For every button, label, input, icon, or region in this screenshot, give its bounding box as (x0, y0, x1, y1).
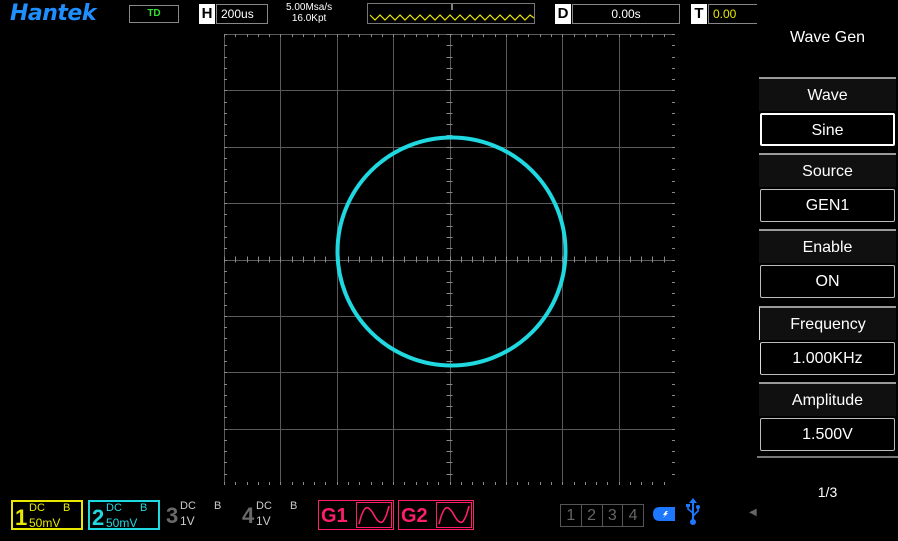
channel-coupling: DC (106, 502, 122, 514)
menu-item-label: Wave (759, 77, 896, 111)
channel-select-2[interactable]: 2 (582, 505, 603, 526)
menu-item-value[interactable]: 1.000KHz (760, 342, 895, 375)
generator-1-badge[interactable]: G1 (318, 500, 394, 530)
channel-bar: 1 DC B 50mV 2 DC B 50mV 3 DC B 1V 4 DC B… (0, 492, 757, 541)
memory-overview[interactable] (367, 3, 535, 24)
generator-label: G2 (401, 505, 428, 527)
channel-number: 1 (15, 505, 28, 530)
menu-item-enable[interactable]: Enable ON (757, 227, 898, 303)
menu-divider (757, 456, 898, 458)
channel-scale: 50mV (29, 516, 61, 530)
channel-select-1[interactable]: 1 (561, 505, 582, 526)
usb-storage-icon (653, 507, 675, 521)
channel-4-badge[interactable]: 4 DC B 1V (240, 500, 312, 530)
menu-collapse-arrow-icon[interactable]: ◀ (749, 507, 757, 518)
graticule (224, 34, 675, 485)
sine-wave-icon (436, 502, 472, 528)
channel-scale: 1V (256, 514, 271, 528)
status-bar: Hantek TD H 200us 5.00Msa/s 16.0Kpt D 0.… (0, 0, 757, 30)
channel-3-badge[interactable]: 3 DC B 1V (164, 500, 236, 530)
channel-select-3[interactable]: 3 (603, 505, 624, 526)
sample-rate: 5.00Msa/s (286, 2, 333, 13)
channel-bandwidth: B (214, 500, 222, 512)
menu-item-label: Enable (759, 229, 896, 263)
usb-icon (686, 498, 700, 525)
menu-item-value[interactable]: GEN1 (760, 189, 895, 222)
menu-item-label: Amplitude (759, 382, 896, 416)
waveform-display[interactable] (0, 32, 757, 486)
trigger-label: T (691, 4, 707, 24)
channel-2-badge[interactable]: 2 DC B 50mV (88, 500, 160, 530)
channel-number: 3 (166, 503, 179, 528)
channel-coupling: DC (180, 500, 196, 512)
menu-item-value[interactable]: Sine (760, 113, 895, 146)
delay-label: D (555, 4, 571, 24)
channel-select-strip[interactable]: 1 2 3 4 (560, 504, 644, 527)
channel-coupling: DC (256, 500, 272, 512)
menu-item-value[interactable]: ON (760, 265, 895, 298)
menu-item-wave[interactable]: Wave Sine (757, 75, 898, 151)
memory-waveform-icon (369, 4, 535, 21)
menu-page-indicator[interactable]: 1/3 (757, 484, 898, 500)
channel-scale: 1V (180, 514, 195, 528)
delay-value[interactable]: 0.00s (572, 4, 680, 24)
menu-item-label: Source (759, 153, 896, 187)
menu-item-amplitude[interactable]: Amplitude 1.500V (757, 380, 898, 456)
menu-item-label: Frequency (759, 306, 896, 340)
sine-wave-icon (356, 502, 392, 528)
channel-scale: 50mV (106, 516, 138, 530)
generator-label: G1 (321, 505, 348, 527)
timebase-value[interactable]: 200us (216, 4, 268, 24)
menu-title: Wave Gen (790, 29, 865, 46)
menu-item-value[interactable]: 1.500V (760, 418, 895, 451)
side-menu: Wave Gen Wave Sine Source GEN1 Enable ON… (757, 0, 898, 541)
generator-2-badge[interactable]: G2 (398, 500, 474, 530)
channel-coupling: DC (29, 502, 45, 514)
brand-logo: Hantek (10, 1, 97, 26)
channel-bandwidth: B (290, 500, 298, 512)
channel-bandwidth: B (63, 502, 71, 514)
memory-depth: 16.0Kpt (291, 13, 327, 24)
horizontal-label: H (199, 4, 215, 24)
channel-1-badge[interactable]: 1 DC B 50mV (11, 500, 83, 530)
channel-number: 2 (92, 505, 105, 530)
acquisition-info: 5.00Msa/s 16.0Kpt (286, 2, 332, 24)
xy-trace (335, 135, 568, 368)
channel-number: 4 (242, 503, 255, 528)
channel-bandwidth: B (140, 502, 148, 514)
menu-item-source[interactable]: Source GEN1 (757, 151, 898, 227)
run-mode-badge[interactable]: TD (129, 5, 179, 23)
channel-select-4[interactable]: 4 (623, 505, 643, 526)
menu-item-frequency[interactable]: Frequency 1.000KHz (757, 304, 898, 380)
trigger-level-value[interactable]: 0.00 (708, 4, 757, 24)
